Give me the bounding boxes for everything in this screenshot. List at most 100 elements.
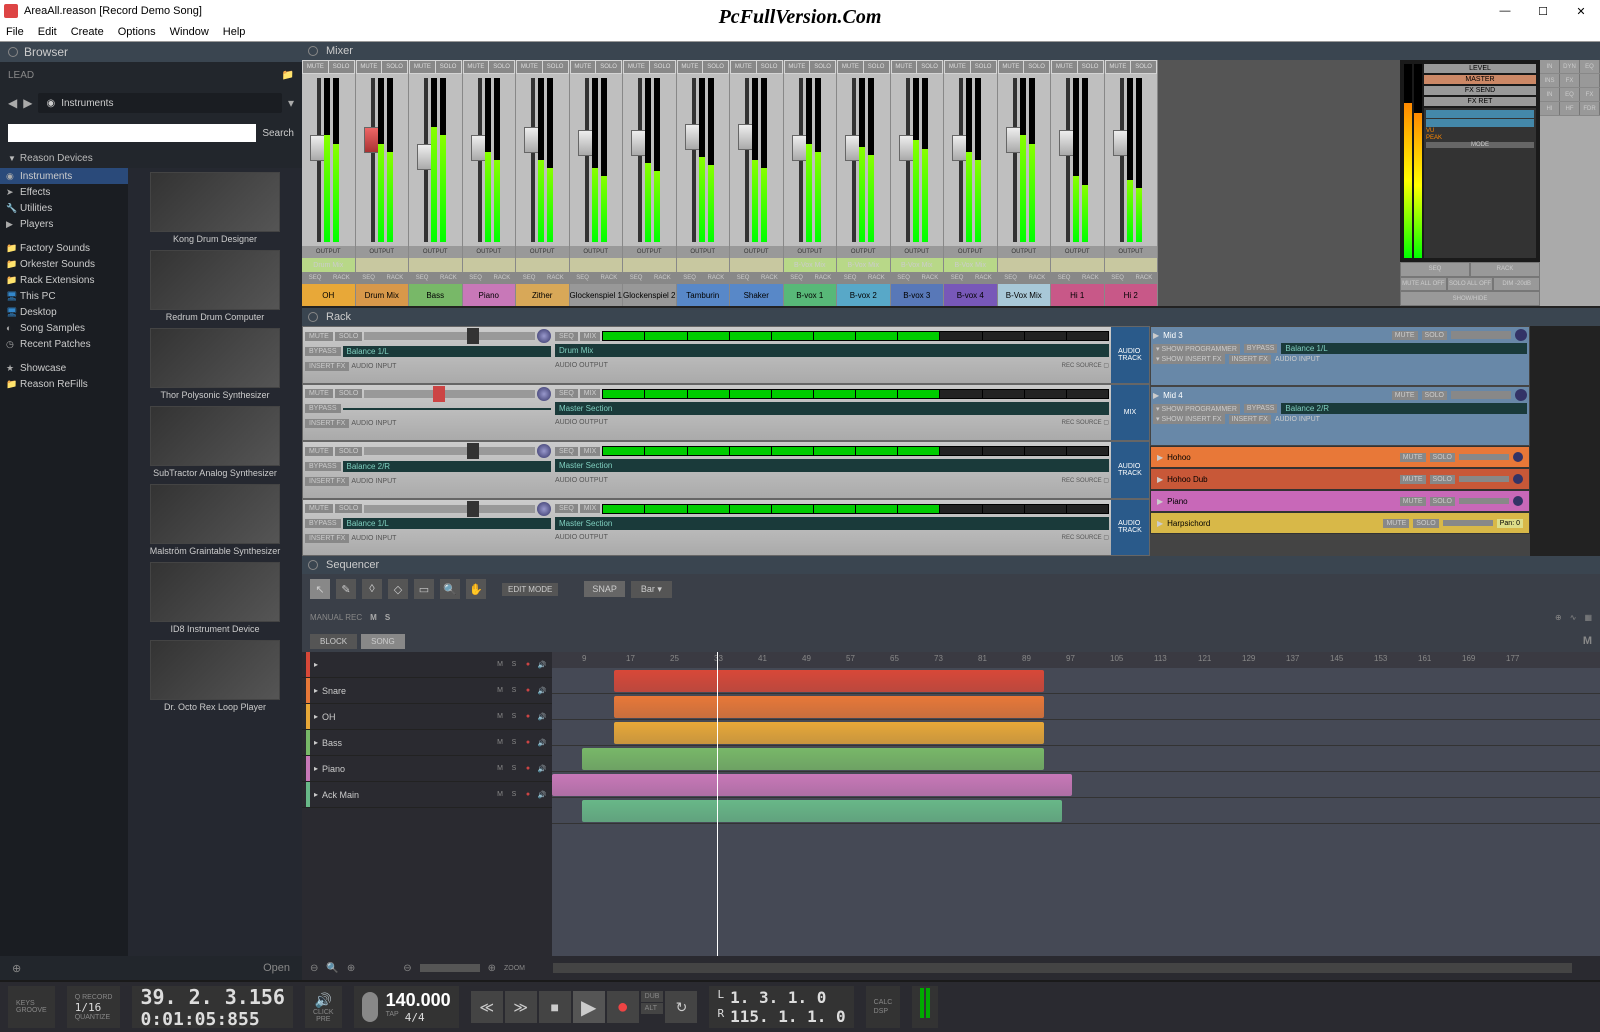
channel-label[interactable]: Glockenspiel 2 xyxy=(623,284,676,306)
rec-source-label[interactable]: REC SOURCE ▢ xyxy=(1062,534,1109,541)
side-fx[interactable]: FX xyxy=(1560,74,1580,87)
loop-button[interactable]: ↻ xyxy=(665,991,697,1023)
solo-button[interactable]: SOLO xyxy=(1131,61,1156,73)
tempo-panel[interactable]: 140.000 TAP4/4 xyxy=(354,986,459,1028)
mix-button[interactable]: MIX xyxy=(580,332,600,341)
mute-button[interactable]: M xyxy=(494,711,506,723)
seq-button[interactable]: SEQ xyxy=(516,272,542,284)
rack-track-hohoo[interactable]: ▶HohooMUTESOLO xyxy=(1150,446,1530,468)
bus-label[interactable]: B-Vox Mix xyxy=(837,258,890,272)
device-thumb[interactable] xyxy=(150,250,280,310)
collapse-icon[interactable] xyxy=(308,312,318,322)
browser-item-factory-sounds[interactable]: 📁Factory Sounds xyxy=(0,240,128,256)
audio-clip[interactable] xyxy=(614,722,1044,744)
side-dyn[interactable]: DYN xyxy=(1560,60,1580,73)
browser-item-players[interactable]: ▶Players xyxy=(0,216,128,232)
search-input[interactable] xyxy=(8,124,256,142)
rack-button[interactable]: RACK xyxy=(756,272,782,284)
knob[interactable] xyxy=(1515,389,1527,401)
pan-label[interactable]: Pan: 0 xyxy=(1497,519,1523,528)
output-label[interactable]: Drum Mix xyxy=(555,344,1109,357)
channel-label[interactable]: Shaker xyxy=(730,284,783,306)
bar-select[interactable]: Bar ▾ xyxy=(631,581,672,598)
solo-button[interactable]: S xyxy=(508,789,520,801)
bus-label[interactable]: Drum Mix xyxy=(302,258,355,272)
bus-label[interactable] xyxy=(409,258,462,272)
maximize-button[interactable]: ☐ xyxy=(1528,1,1558,21)
mute-button[interactable]: MUTE xyxy=(1400,475,1426,484)
bypass-button[interactable]: BYPASS xyxy=(305,404,341,413)
solo-button[interactable]: SOLO xyxy=(1430,453,1455,462)
browser-item-recent-patches[interactable]: ◷Recent Patches xyxy=(0,336,128,352)
expand-icon[interactable]: ▸ xyxy=(314,738,318,747)
bypass-button[interactable]: BYPASS xyxy=(305,347,341,356)
mute-button[interactable]: MUTE xyxy=(517,61,542,73)
seq-button[interactable]: SEQ xyxy=(555,389,578,398)
grid-icon[interactable]: ▦ xyxy=(1584,613,1592,622)
slider[interactable] xyxy=(364,447,535,455)
bus-label[interactable] xyxy=(356,258,409,272)
nav-path[interactable]: ◉Instruments xyxy=(38,93,282,113)
menu-create[interactable]: Create xyxy=(71,26,104,38)
add-icon[interactable]: ⊕ xyxy=(1555,613,1562,622)
seq-tool-6[interactable]: ✋ xyxy=(466,579,486,599)
rack-button[interactable]: RACK xyxy=(810,272,836,284)
menu-edit[interactable]: Edit xyxy=(38,26,57,38)
browser-item-rack-extensions[interactable]: 📁Rack Extensions xyxy=(0,272,128,288)
collapse-icon[interactable] xyxy=(308,46,318,56)
mix-button[interactable]: MIX xyxy=(580,447,600,456)
seq-button[interactable]: SEQ xyxy=(784,272,810,284)
clip-row[interactable] xyxy=(552,746,1600,772)
folder-icon[interactable]: 📁 xyxy=(282,70,294,81)
fader[interactable] xyxy=(409,74,462,246)
solo-button[interactable]: SOLO xyxy=(917,61,942,73)
mute-button[interactable]: MUTE xyxy=(1392,391,1418,400)
bus-label[interactable]: B-Vox Mix xyxy=(944,258,997,272)
insertfx-button[interactable]: INSERT FX xyxy=(1229,415,1271,424)
mode-button[interactable]: MODE xyxy=(1426,142,1534,148)
add-icon[interactable]: ⊕ xyxy=(12,962,21,975)
seq-button[interactable]: SEQ xyxy=(555,447,578,456)
balance-label[interactable]: Balance 2/R xyxy=(1281,403,1527,414)
side-fx[interactable]: FX xyxy=(1580,88,1600,101)
solo-button[interactable]: SOLO xyxy=(543,61,568,73)
rack-button[interactable]: RACK xyxy=(328,272,354,284)
solo-button[interactable]: SOLO xyxy=(1430,497,1455,506)
seq-track-bass[interactable]: ▸BassMS●🔊 xyxy=(302,730,552,756)
browser-item-desktop[interactable]: 🖥Desktop xyxy=(0,304,128,320)
seq-button[interactable]: SEQ xyxy=(1105,272,1131,284)
side-cell[interactable] xyxy=(1580,74,1600,87)
solo-button[interactable]: S xyxy=(508,711,520,723)
seq-tool-3[interactable]: ◇ xyxy=(388,579,408,599)
rack-track-piano[interactable]: ▶PianoMUTESOLO xyxy=(1150,490,1530,512)
side-eq[interactable]: EQ xyxy=(1560,88,1580,101)
mute-button[interactable]: MUTE xyxy=(305,389,333,398)
rec-button[interactable]: ● xyxy=(522,711,534,723)
position-panel[interactable]: 39. 2. 3.156 0:01:05:855 xyxy=(132,986,293,1028)
playhead[interactable] xyxy=(717,652,718,956)
forward-button[interactable]: ≫ xyxy=(505,991,537,1023)
expand-icon[interactable]: ▸ xyxy=(314,686,318,695)
balance-label[interactable]: Balance 1/L xyxy=(343,346,552,357)
block-tab[interactable]: BLOCK xyxy=(310,634,357,649)
device-thumb[interactable] xyxy=(150,562,280,622)
seq-tool-2[interactable]: ◊ xyxy=(362,579,382,599)
solo-button[interactable]: SOLO xyxy=(335,389,362,398)
mute-button[interactable]: M xyxy=(494,763,506,775)
insertfx-button[interactable]: INSERT FX xyxy=(305,419,349,428)
bus-label[interactable] xyxy=(516,258,569,272)
rewind-button[interactable]: ≪ xyxy=(471,991,503,1023)
browser-item-effects[interactable]: ➤Effects xyxy=(0,184,128,200)
solo-button[interactable]: S xyxy=(508,659,520,671)
bus-label[interactable] xyxy=(570,258,623,272)
slider[interactable] xyxy=(1451,331,1511,339)
seq-button[interactable]: SEQ xyxy=(998,272,1024,284)
rack-button[interactable]: RACK xyxy=(489,272,515,284)
seq-track-piano[interactable]: ▸PianoMS●🔊 xyxy=(302,756,552,782)
bus-label[interactable] xyxy=(463,258,516,272)
mute-button[interactable]: MUTE xyxy=(785,61,810,73)
solo-button[interactable]: SOLO xyxy=(329,61,354,73)
side-fdr[interactable]: FDR xyxy=(1580,102,1600,115)
slider[interactable] xyxy=(364,332,535,340)
channel-label[interactable]: Zither xyxy=(516,284,569,306)
